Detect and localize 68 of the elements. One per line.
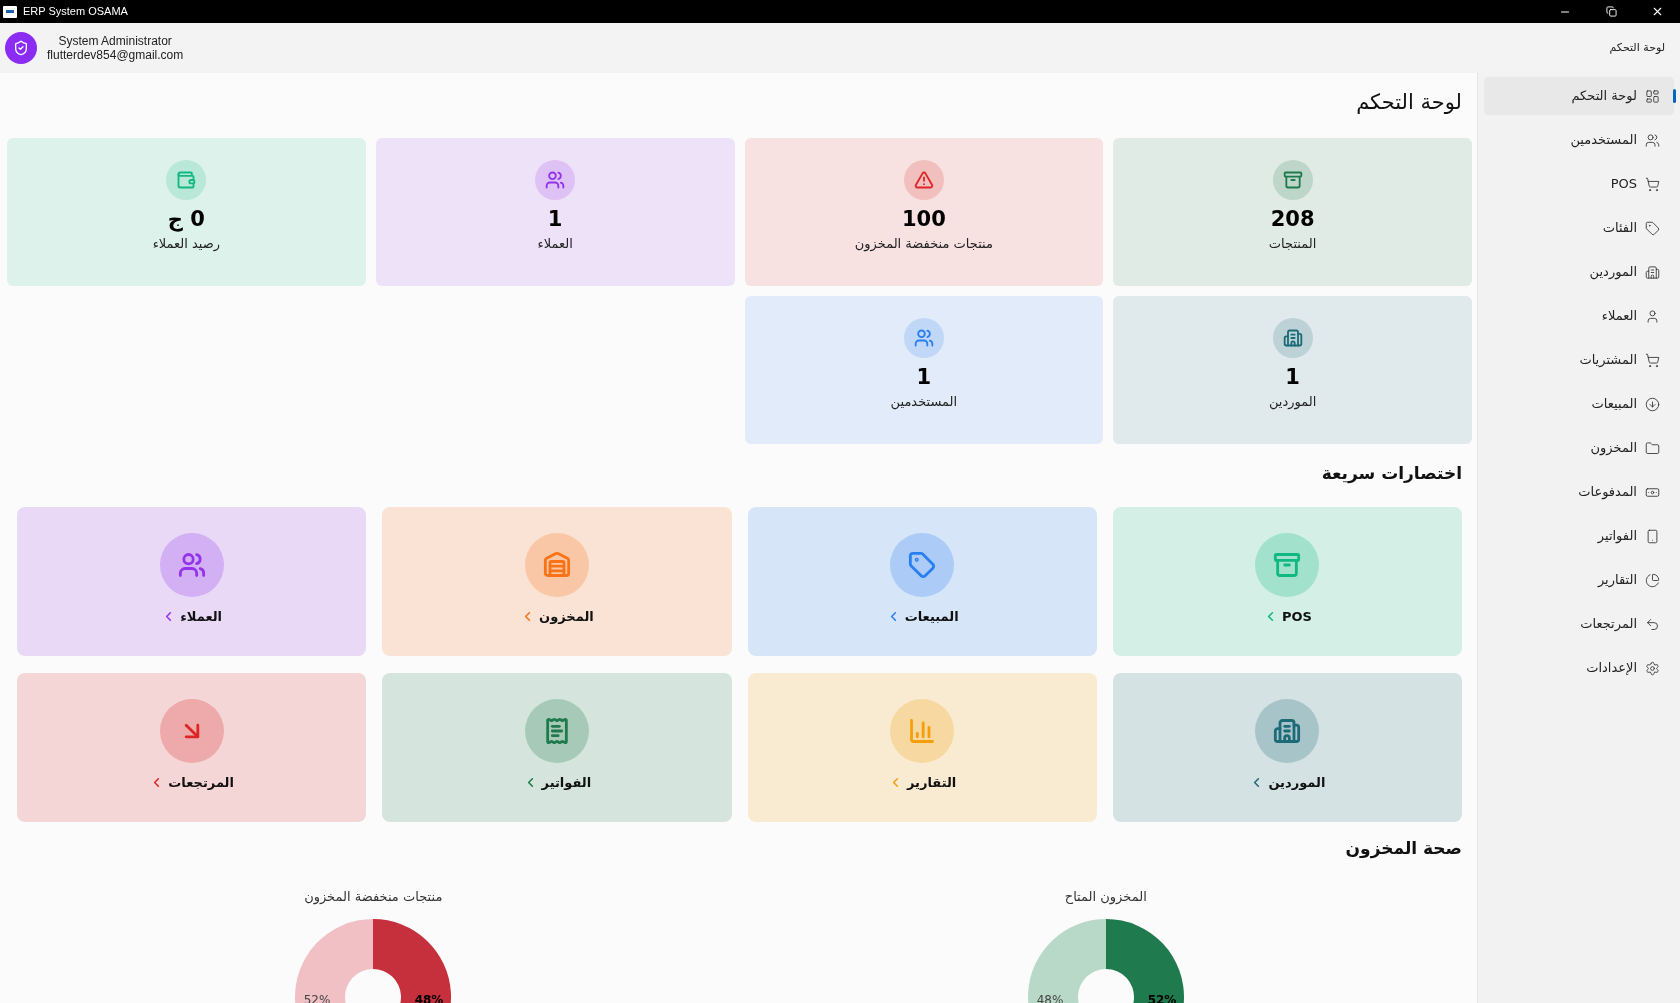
undo-icon <box>1645 616 1660 632</box>
stat-value: 208 <box>1270 206 1315 232</box>
stat-value: 0 ج <box>167 206 205 232</box>
stat-value: 1 <box>1285 364 1300 390</box>
shortcut-label: العملاء <box>180 608 223 626</box>
phone-icon <box>1645 528 1660 544</box>
shortcut-label: المخزون <box>539 608 594 626</box>
sidebar-item[interactable]: المستخدمين <box>1484 121 1674 159</box>
sidebar-item[interactable]: المرتجعات <box>1484 605 1674 643</box>
stat-label: رصيد العملاء <box>152 235 221 254</box>
shortcut-label: POS <box>1281 608 1312 626</box>
sidebar-item[interactable]: الفئات <box>1484 209 1674 247</box>
download-icon <box>1645 396 1660 412</box>
sidebar-item[interactable]: المشتريات <box>1484 341 1674 379</box>
shield-icon <box>13 40 29 56</box>
section-title: اختصارات سريعة <box>1321 462 1462 486</box>
shortcut-label: الموردين <box>1268 774 1326 792</box>
cart-icon <box>1645 352 1660 368</box>
folder-icon <box>1645 440 1660 456</box>
building-icon <box>1645 264 1660 280</box>
shortcut-label: التقارير <box>906 774 957 792</box>
window-title: ERP System OSAMA <box>23 4 128 20</box>
stat-label: الموردين <box>1268 393 1317 412</box>
shortcut-card[interactable]: العملاء <box>17 507 367 656</box>
app-icon <box>3 5 17 18</box>
stat-label: المستخدمين <box>890 393 958 412</box>
shortcut-card[interactable]: الفواتير <box>382 673 732 822</box>
sidebar-item[interactable]: الفواتير <box>1484 517 1674 555</box>
sidebar-item[interactable]: المخزون <box>1484 429 1674 467</box>
sidebar-item[interactable]: لوحة التحكم <box>1484 77 1674 115</box>
sidebar-item[interactable]: المدفوعات <box>1484 473 1674 511</box>
shortcut-card[interactable]: الموردين <box>1112 673 1462 822</box>
shortcut-card[interactable]: التقارير <box>747 673 1097 822</box>
dashboard-title: لوحة التحكم <box>1356 89 1462 117</box>
stat-label: المنتجات <box>1268 235 1317 253</box>
stat-value: 1 <box>547 206 563 232</box>
shortcut-card[interactable]: المرتجعات <box>17 673 367 822</box>
users-icon <box>1645 132 1660 148</box>
user-email: flutterdev854@gmail.com <box>47 48 184 62</box>
dashboard-icon <box>1645 88 1660 104</box>
cart-icon <box>1645 176 1660 192</box>
sidebar-item[interactable]: الإعدادات <box>1484 649 1674 687</box>
sidebar-item[interactable]: العملاء <box>1484 297 1674 335</box>
stat-label: منتجات منخفضة المخزون <box>854 235 993 254</box>
shortcut-card[interactable]: POS <box>1112 507 1462 656</box>
sidebar-item[interactable]: التقارير <box>1484 561 1674 599</box>
page-title: لوحة التحكم <box>1609 39 1665 56</box>
shortcut-label: المبيعات <box>904 608 959 626</box>
chart-title: المخزون المتاح <box>1064 888 1147 907</box>
user-icon <box>1645 308 1660 324</box>
stat-value: 100 <box>901 206 946 232</box>
section-title: صحة المخزون <box>1345 837 1462 861</box>
avatar[interactable] <box>5 32 37 64</box>
sidebar-item[interactable]: POS <box>1484 165 1674 203</box>
stat-value: 1 <box>916 364 932 390</box>
stat-label: العملاء <box>537 235 573 253</box>
chart-title: منتجات منخفضة المخزون <box>304 888 443 907</box>
shortcut-label: المرتجعات <box>168 774 234 792</box>
sidebar-item[interactable]: الموردين <box>1484 253 1674 291</box>
pie-chart-icon <box>1645 572 1660 588</box>
restore-icon <box>1605 6 1617 17</box>
user-name: System Administrator <box>58 34 172 48</box>
tag-icon <box>1645 220 1660 236</box>
settings-icon <box>1645 660 1660 676</box>
shortcut-label: الفواتير <box>541 774 592 792</box>
sidebar-item[interactable]: المبيعات <box>1484 385 1674 423</box>
shortcut-card[interactable]: المبيعات <box>747 507 1097 656</box>
shortcut-card[interactable]: المخزون <box>382 507 732 656</box>
